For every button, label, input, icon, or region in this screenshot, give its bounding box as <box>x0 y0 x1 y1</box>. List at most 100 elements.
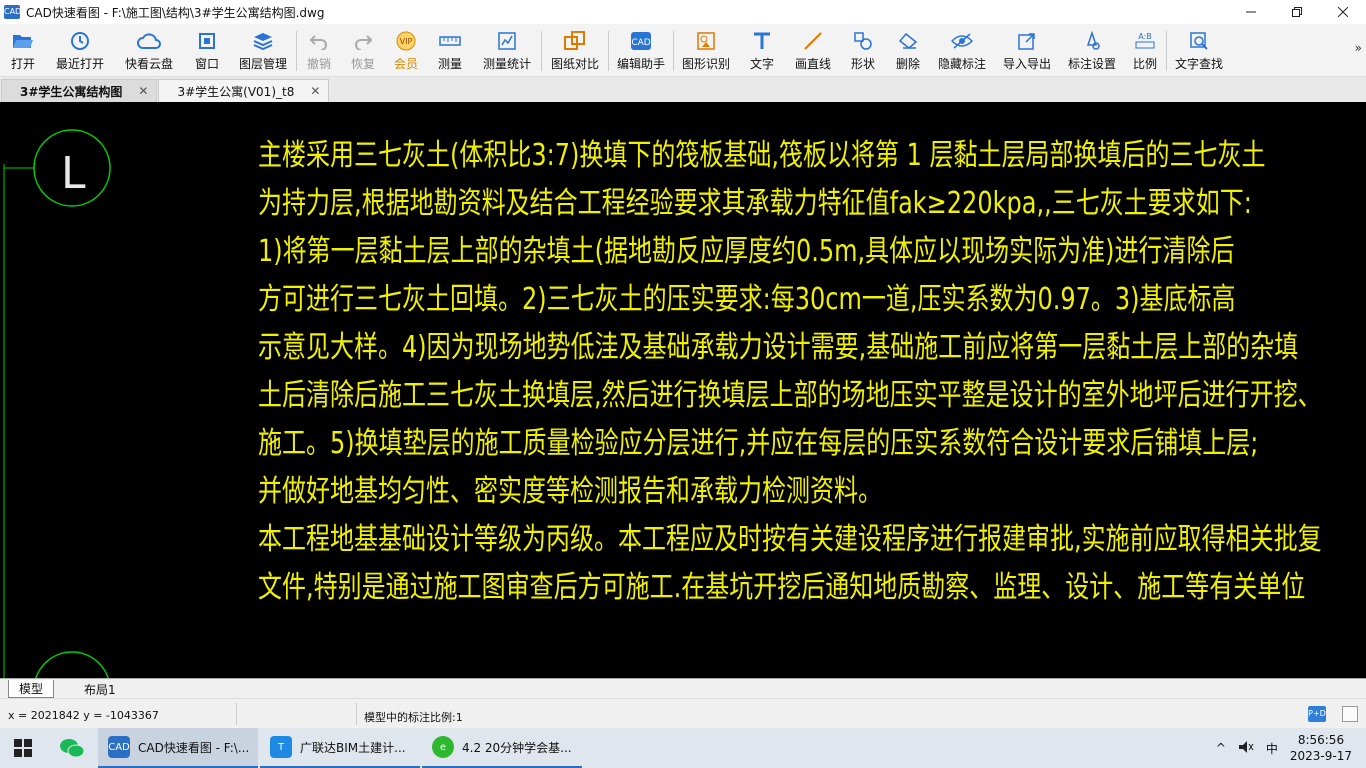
shape-button[interactable]: 形状 <box>840 24 886 77</box>
undo-icon <box>307 30 331 52</box>
edit-assistant-button[interactable]: CAD 编辑助手 <box>609 24 673 77</box>
pdf-badge-icon[interactable]: P+D <box>1308 706 1326 722</box>
wechat-icon <box>60 739 85 758</box>
windows-logo-icon <box>14 739 32 757</box>
cad-note-text: 主楼采用三七灰土(体积比3:7)换填下的筏板基础,筏板以将第 1 层黏土层局部换… <box>258 132 1362 612</box>
line-icon <box>801 30 825 52</box>
tab-close-icon[interactable]: ✕ <box>138 84 148 98</box>
axis-label: L <box>61 148 86 199</box>
tab-dormitory-v01[interactable]: 3#学生公寓(V01)_t8 ✕ <box>158 79 330 102</box>
minimize-button[interactable] <box>1228 0 1274 24</box>
status-divider <box>356 703 357 725</box>
os-taskbar: CAD CAD快速看图 - F:\... T 广联达BIM土建计... e 4.… <box>0 728 1366 768</box>
note-line: 并做好地基均匀性、密实度等检测报告和承载力检测资料。 <box>258 474 882 509</box>
system-tray: ^ 中 8:56:56 2023-9-17 <box>1210 728 1366 768</box>
text-search-button[interactable]: 文字查找 <box>1167 24 1231 77</box>
layers-icon <box>251 30 275 52</box>
restore-button[interactable] <box>1274 0 1320 24</box>
note-line: 本工程地基基础设计等级为丙级。本工程应及时按有关建设程序进行报建审批,实施前应取… <box>258 522 1322 557</box>
import-export-icon <box>1015 30 1039 52</box>
taskbar-item-label: CAD快速看图 - F:\... <box>138 740 250 755</box>
draw-line-button[interactable]: 画直线 <box>786 24 840 77</box>
volume-muted-icon[interactable] <box>1238 740 1254 757</box>
close-button[interactable] <box>1320 0 1366 24</box>
note-line: 为持力层,根据地勘资料及结合工程经验要求其承载力特征值fak≥220kpa,,三… <box>258 186 1252 221</box>
delete-button[interactable]: 删除 <box>886 24 930 77</box>
text-search-icon <box>1187 30 1211 52</box>
note-line: 1)将第一层黏土层上部的杂填土(据地勘反应厚度约0.5m,具体应以现场实际为准)… <box>258 234 1235 269</box>
measure-stats-icon <box>495 30 519 52</box>
tab-close-icon[interactable]: ✕ <box>310 84 320 98</box>
taskbar-cad-viewer[interactable]: CAD CAD快速看图 - F:\... <box>98 728 258 768</box>
redo-icon <box>351 30 375 52</box>
cad-app-icon: CAD <box>108 736 130 758</box>
taskbar-browser[interactable]: e 4.2 20分钟学会基... <box>422 728 582 768</box>
window-button[interactable]: 窗口 <box>184 24 230 77</box>
document-tab-bar: 3#学生公寓结构图 ✕ 3#学生公寓(V01)_t8 ✕ <box>0 77 1366 102</box>
vip-icon: VIP <box>394 30 418 52</box>
note-line: 土后清除后施工三七灰土换填层,然后进行换填层上部的场地压实平整是设计的室外地坪后… <box>258 378 1322 413</box>
redo-button[interactable]: 恢复 <box>341 24 385 77</box>
ime-indicator[interactable]: 中 <box>1266 740 1278 757</box>
measure-button[interactable]: 测量 <box>427 24 473 77</box>
shape-icon <box>851 30 875 52</box>
compare-button[interactable]: 图纸对比 <box>542 24 608 77</box>
drawing-canvas[interactable]: L 主楼采用三七灰土(体积比3:7)换填下的筏板基础,筏板以将第 1 层黏土层局… <box>0 102 1366 678</box>
main-toolbar: 打开 最近打开 快看云盘 窗口 图层管理 撤销 恢复 VIP 会员 测量 测量统… <box>0 24 1366 77</box>
recent-icon <box>68 30 92 52</box>
clock-date: 2023-9-17 <box>1289 749 1352 763</box>
taskbar-glodon-bim[interactable]: T 广联达BIM土建计... <box>260 728 420 768</box>
svg-text:CAD: CAD <box>631 38 650 48</box>
wechat-button[interactable] <box>46 728 98 768</box>
hide-annotation-icon <box>950 30 974 52</box>
scale-icon: A:B <box>1133 30 1157 52</box>
undo-button[interactable]: 撤销 <box>297 24 341 77</box>
annotation-scale: 模型中的标注比例:1 <box>364 711 463 724</box>
layer-manager-button[interactable]: 图层管理 <box>230 24 296 77</box>
clock[interactable]: 8:56:56 2023-9-17 <box>1290 732 1352 764</box>
measure-icon <box>438 30 462 52</box>
cloud-drive-button[interactable]: 快看云盘 <box>114 24 184 77</box>
note-line: 示意见大样。4)因为现场地势低洼及基础承载力设计需要,基础施工前应将第一层黏土层… <box>258 330 1299 365</box>
scale-button[interactable]: A:B 比例 <box>1124 24 1166 77</box>
svg-text:A:B: A:B <box>1138 32 1152 41</box>
clock-time: 8:56:56 <box>1297 733 1345 747</box>
restore-icon <box>1292 7 1302 17</box>
import-export-button[interactable]: 导入导出 <box>994 24 1060 77</box>
tab-structure-drawing[interactable]: 3#学生公寓结构图 ✕ <box>1 79 158 102</box>
hide-annotation-button[interactable]: 隐藏标注 <box>930 24 994 77</box>
toolbar-overflow-button[interactable]: » <box>1355 41 1362 55</box>
text-icon <box>750 30 774 52</box>
taskbar-item-label: 4.2 20分钟学会基... <box>462 740 572 755</box>
browser-app-icon: e <box>432 736 454 758</box>
start-button[interactable] <box>0 728 46 768</box>
compare-icon <box>563 30 587 52</box>
recent-open-button[interactable]: 最近打开 <box>46 24 114 77</box>
open-button[interactable]: 打开 <box>0 24 46 77</box>
tab-layout1[interactable]: 布局1 <box>74 680 126 698</box>
tab-label: 3#学生公寓(V01)_t8 <box>177 84 295 99</box>
note-line: 文件,特别是通过施工图审查后方可施工.在基坑开挖后通知地质勘察、监理、设计、施工… <box>258 570 1306 605</box>
tab-model[interactable]: 模型 <box>8 680 55 698</box>
taskbar-item-label: 广联达BIM土建计... <box>300 740 406 755</box>
annotation-settings-icon <box>1080 30 1104 52</box>
app-logo-icon: CAD <box>4 5 21 19</box>
resize-grip-icon[interactable] <box>1342 706 1358 722</box>
cursor-coordinates: x = 2021842 y = -1043367 <box>8 709 159 722</box>
measure-stats-button[interactable]: 测量统计 <box>473 24 541 77</box>
tab-label: 3#学生公寓结构图 <box>20 84 123 99</box>
axis-bubble-bottom <box>35 651 109 678</box>
note-line: 方可进行三七灰土回填。2)三七灰土的压实要求:每30cm一道,压实系数为0.97… <box>258 282 1236 317</box>
shape-recognize-icon <box>694 30 718 52</box>
vip-button[interactable]: VIP 会员 <box>385 24 427 77</box>
title-bar: CAD CAD快速看图 - F:\施工图\结构\3#学生公寓结构图.dwg <box>0 0 1366 24</box>
eraser-icon <box>896 30 920 52</box>
annotation-settings-button[interactable]: 标注设置 <box>1060 24 1124 77</box>
tray-chevron-icon[interactable]: ^ <box>1216 741 1226 755</box>
layout-tab-bar: 模型 布局1 <box>0 678 1366 698</box>
status-bar: x = 2021842 y = -1043367 模型中的标注比例:1 P+D <box>0 698 1366 728</box>
minimize-icon <box>1246 11 1256 13</box>
shape-recognize-button[interactable]: 图形识别 <box>674 24 738 77</box>
text-button[interactable]: 文字 <box>738 24 786 77</box>
note-line: 施工。5)换填垫层的施工质量检验应分层进行,并应在每层的压实系数符合设计要求后铺… <box>258 426 1259 461</box>
